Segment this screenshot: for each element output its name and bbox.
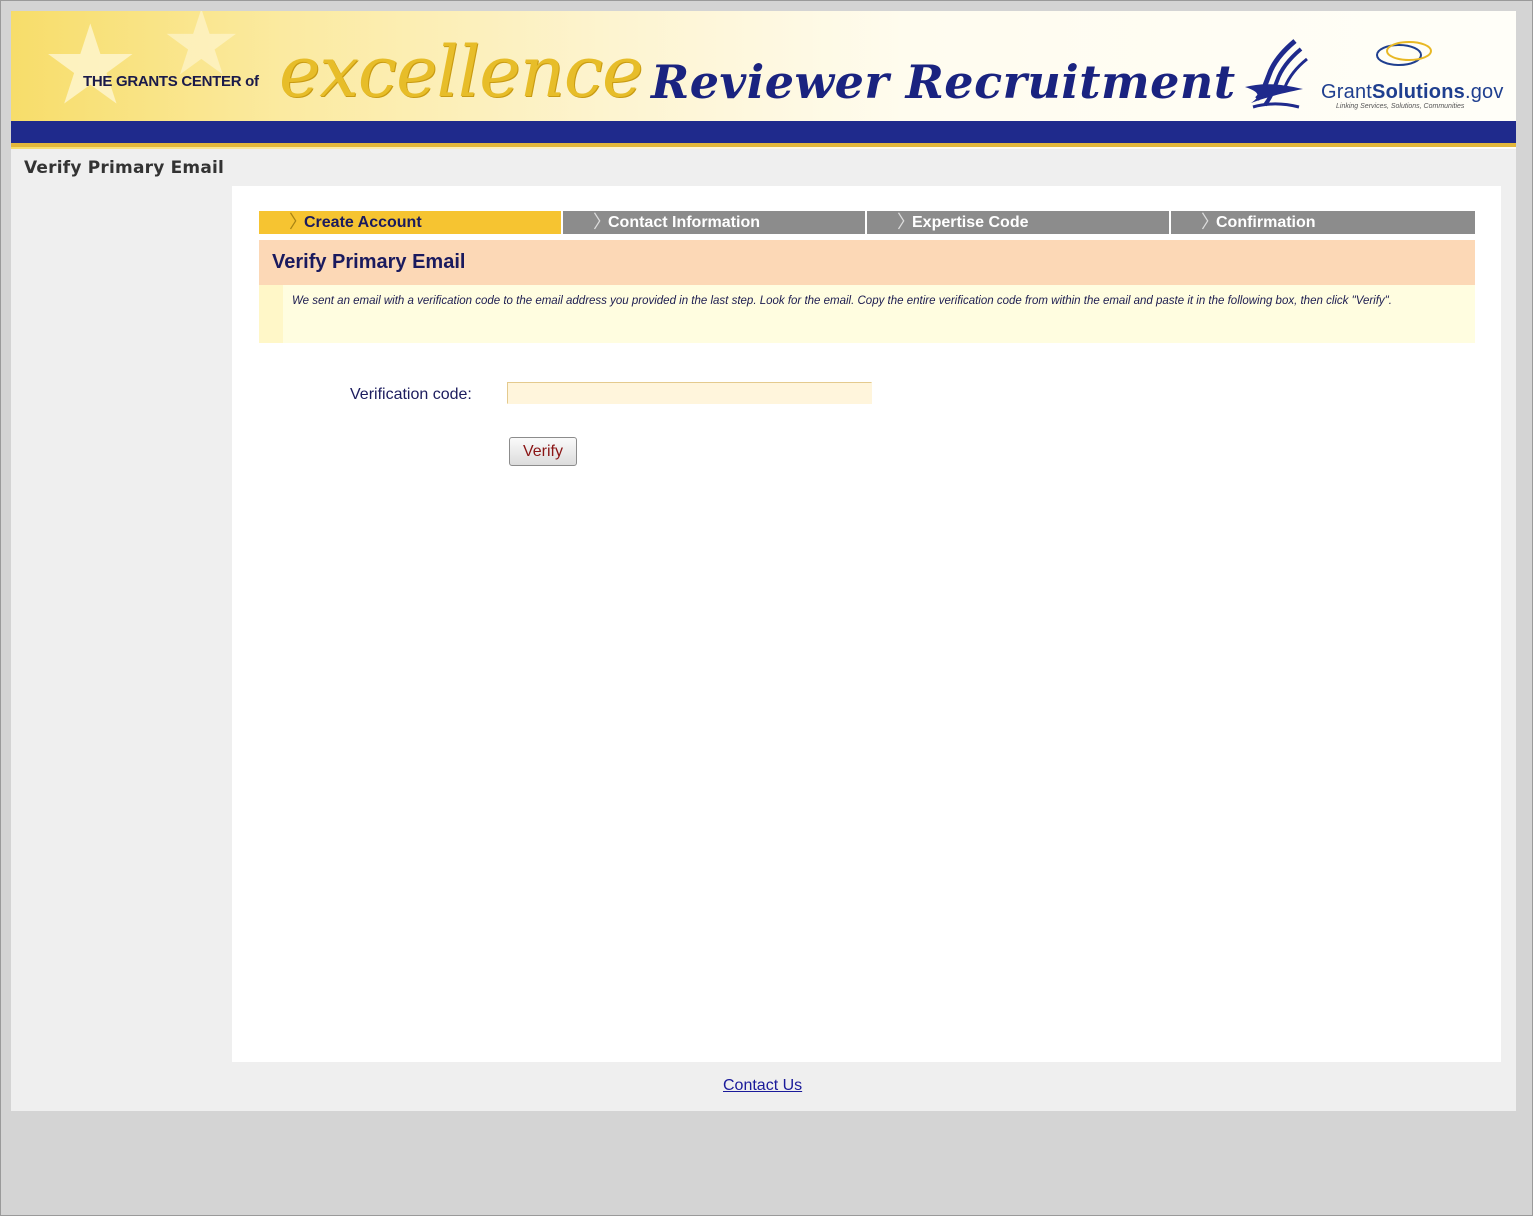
partner-name-suffix: .gov (1464, 81, 1504, 103)
banner-gold-line (11, 143, 1516, 147)
progress-steps: 〉 Create Account 〉 Contact Information 〉… (259, 211, 1475, 234)
step-label: Contact Information (608, 214, 760, 231)
partner-name-bold: Solutions (1372, 81, 1465, 103)
step-label: Confirmation (1216, 214, 1316, 231)
step-label: Create Account (304, 214, 422, 231)
step-label: Expertise Code (912, 214, 1029, 231)
section-title: Verify Primary Email (259, 240, 1475, 285)
chevron-right-icon: 〉 (593, 212, 611, 232)
chevron-right-icon: 〉 (1201, 212, 1219, 232)
site-title: Reviewer Recruitment (651, 55, 1236, 109)
step-create-account: 〉 Create Account (259, 211, 563, 234)
page: ★ ★ THE GRANTS CENTER of excellence Revi… (11, 11, 1516, 1111)
verification-code-input[interactable] (507, 382, 872, 404)
banner-stripe (11, 121, 1516, 143)
star-icon: ★ (41, 11, 140, 129)
step-confirmation: 〉 Confirmation (1171, 211, 1475, 234)
page-title: Verify Primary Email (24, 158, 225, 178)
verify-button[interactable]: Verify (509, 437, 577, 466)
browser-frame: ★ ★ THE GRANTS CENTER of excellence Revi… (0, 0, 1533, 1216)
contact-us-link[interactable]: Contact Us (723, 1077, 802, 1095)
chevron-right-icon: 〉 (289, 212, 307, 232)
chevron-right-icon: 〉 (897, 212, 915, 232)
step-expertise-code: 〉 Expertise Code (867, 211, 1171, 234)
verification-code-label: Verification code: (350, 386, 472, 403)
grantsolutions-rings-icon (1376, 41, 1432, 66)
partner-name-prefix: Grant (1321, 81, 1373, 103)
brand-prefix: THE GRANTS CENTER of (83, 73, 259, 90)
partner-tagline: Linking Services, Solutions, Communities (1336, 103, 1465, 110)
content-panel: 〉 Create Account 〉 Contact Information 〉… (232, 186, 1501, 1062)
hhs-eagle-icon (1245, 39, 1308, 109)
partner-logo-text: GrantSolutions.gov (1321, 81, 1504, 104)
brand-wordmark: excellence (279, 31, 643, 113)
site-banner: ★ ★ THE GRANTS CENTER of excellence Revi… (11, 11, 1516, 149)
step-contact-information: 〉 Contact Information (563, 211, 867, 234)
instructions-text: We sent an email with a verification cod… (259, 285, 1475, 343)
